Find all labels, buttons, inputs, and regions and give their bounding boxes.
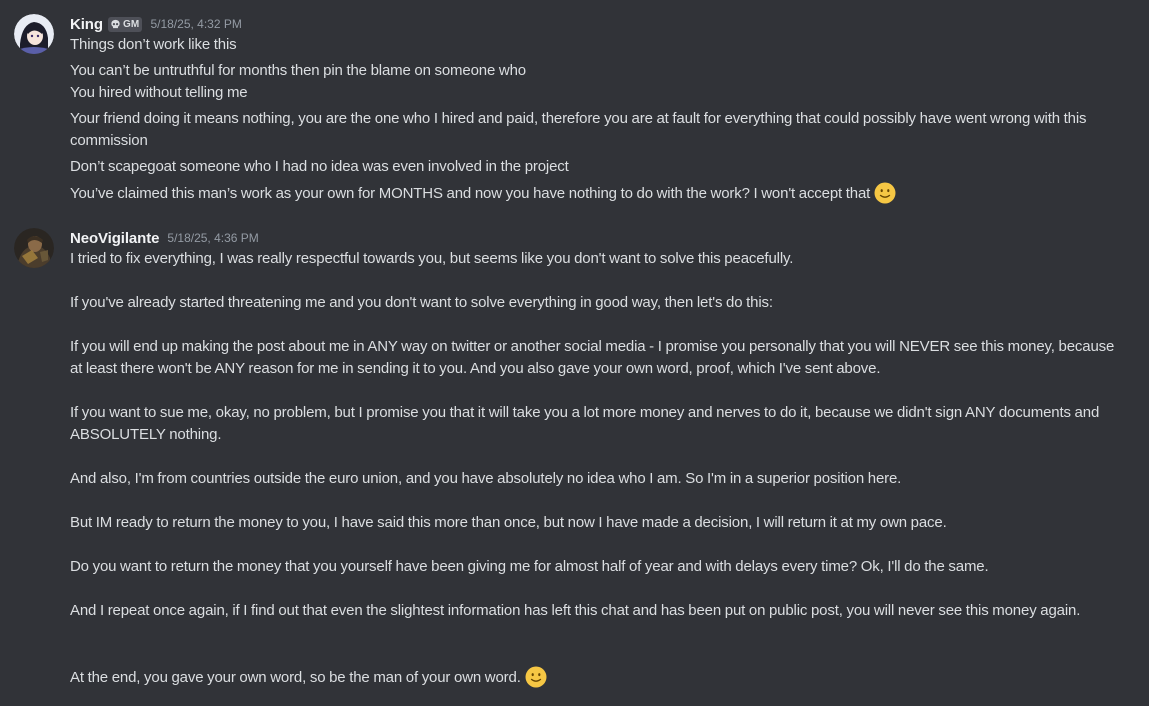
message-text: Don’t scapegoat someone who I had no ide… (70, 158, 569, 175)
message-text: And I repeat once again, if I find out t… (70, 602, 1081, 619)
slightly-smiling-face-emoji[interactable] (874, 182, 896, 204)
message-text: You’ve claimed this man’s work as your o… (70, 185, 871, 202)
guild-tag-label: GM (122, 18, 140, 30)
message-line: And also, I'm from countries outside the… (70, 468, 1130, 490)
avatar-image-icon (14, 14, 54, 54)
message-line: If you will end up making the post about… (70, 336, 1130, 380)
message-text: Things don’t work like this (70, 36, 237, 53)
guild-tag-badge[interactable]: GM (107, 16, 143, 32)
message-text: If you've already started threatening me… (70, 294, 773, 311)
username[interactable]: NeoVigilante (70, 230, 159, 247)
avatar-image-icon (14, 228, 54, 268)
message-text: At the end, you gave your own word, so b… (70, 669, 521, 686)
message-text: Do you want to return the money that you… (70, 558, 989, 575)
timestamp[interactable]: 5/18/25, 4:32 PM (150, 17, 241, 31)
message-line: At the end, you gave your own word, so b… (70, 666, 1130, 689)
slightly-smiling-face-emoji[interactable] (525, 666, 547, 688)
message-line: I tried to fix everything, I was really … (70, 248, 1130, 270)
avatar[interactable] (14, 14, 54, 54)
message-line: Do you want to return the money that you… (70, 556, 1130, 578)
message-line: You’ve claimed this man’s work as your o… (70, 182, 1130, 205)
message-header: King GM 5/18/25, 4:32 PM (70, 14, 242, 34)
username[interactable]: King (70, 16, 103, 33)
message-header: NeoVigilante 5/18/25, 4:36 PM (70, 228, 259, 248)
timestamp[interactable]: 5/18/25, 4:36 PM (167, 231, 258, 245)
message-line: Don’t scapegoat someone who I had no ide… (70, 156, 1130, 178)
message-text: You can’t be untruthful for months then … (70, 62, 526, 79)
message-text: If you will end up making the post about… (70, 338, 1115, 377)
message-line: Your friend doing it means nothing, you … (70, 108, 1130, 152)
message-text: But IM ready to return the money to you,… (70, 514, 947, 531)
message-text: You hired without telling me (70, 84, 248, 101)
message-line: And I repeat once again, if I find out t… (70, 600, 1130, 622)
message-line: If you've already started threatening me… (70, 292, 1130, 314)
message-line: But IM ready to return the money to you,… (70, 512, 1130, 534)
message-text: And also, I'm from countries outside the… (70, 470, 902, 487)
chat-message-list: King GM 5/18/25, 4:32 PM Things don’t wo… (0, 0, 1149, 706)
avatar[interactable] (14, 228, 54, 268)
message-text: If you want to sue me, okay, no problem,… (70, 404, 1100, 443)
message-text: Your friend doing it means nothing, you … (70, 110, 1087, 149)
message-text: I tried to fix everything, I was really … (70, 250, 794, 267)
message-line: You hired without telling me (70, 82, 1130, 104)
skull-icon (111, 19, 120, 28)
message-line: You can’t be untruthful for months then … (70, 60, 1130, 82)
message-line: If you want to sue me, okay, no problem,… (70, 402, 1130, 446)
message-line: Things don’t work like this (70, 34, 1130, 56)
